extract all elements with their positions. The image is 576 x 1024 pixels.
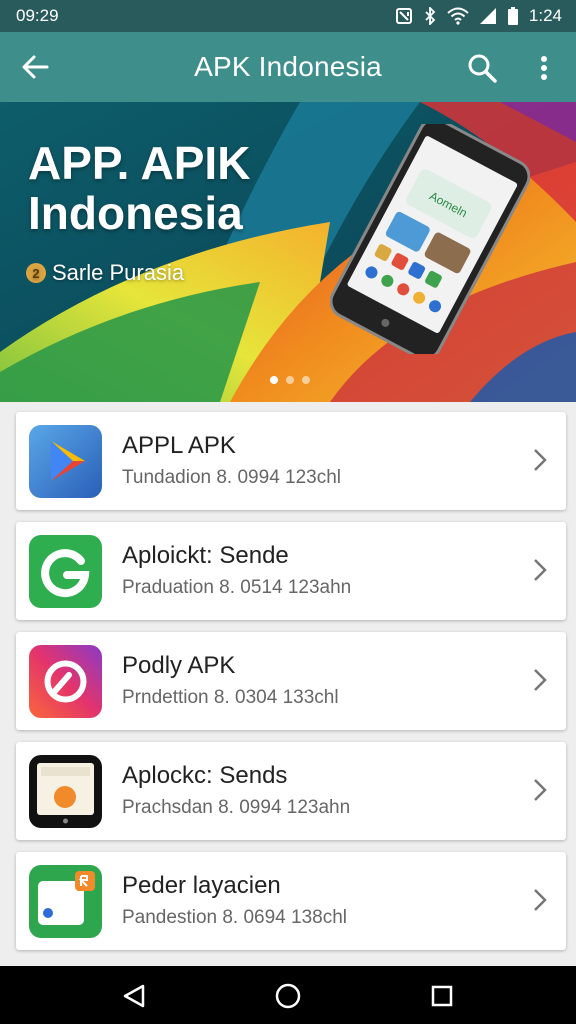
list-item[interactable]: Aploickt: Sende Praduation 8. 0514 123ah… bbox=[16, 522, 566, 620]
wifi-icon bbox=[447, 7, 469, 25]
more-options-button[interactable] bbox=[530, 50, 558, 86]
chevron-right-icon bbox=[528, 662, 552, 698]
banner-subtitle-text: Sarle Purasia bbox=[52, 260, 185, 285]
status-battery-time: 1:24 bbox=[528, 6, 562, 25]
nfc-icon bbox=[395, 7, 413, 25]
carousel-dot[interactable] bbox=[270, 376, 278, 384]
triangle-back-icon bbox=[123, 984, 145, 1008]
list-item[interactable]: Aplockc: Sends Prachsdan 8. 0994 123ahn bbox=[16, 742, 566, 840]
app-name: Peder layacien bbox=[122, 872, 281, 899]
promo-banner[interactable]: APP. APIK Indonesia 2 Sarle Purasia Aome… bbox=[0, 102, 576, 402]
carousel-dot[interactable] bbox=[302, 376, 310, 384]
status-time: 09:29 bbox=[16, 6, 59, 25]
banner-subtitle: 2 Sarle Purasia bbox=[26, 260, 184, 286]
app-meta: Tundadion 8. 0994 123chl bbox=[122, 467, 342, 488]
app-meta: Pandestion 8. 0694 138chl bbox=[122, 907, 348, 928]
play-store-icon bbox=[29, 425, 102, 498]
signal-icon bbox=[479, 7, 497, 25]
banner-title-line1: APP. APIK bbox=[28, 137, 251, 189]
app-name: Aploickt: Sende bbox=[122, 542, 289, 569]
battery-icon bbox=[507, 7, 519, 25]
circle-home-icon bbox=[275, 983, 301, 1009]
app-meta: Prachsdan 8. 0994 123ahn bbox=[122, 797, 351, 818]
chevron-right-icon bbox=[528, 772, 552, 808]
tablet-icon bbox=[29, 755, 102, 828]
nav-home-button[interactable] bbox=[271, 979, 305, 1013]
app-name: Aplockc: Sends bbox=[122, 762, 288, 789]
app-name: APPL APK bbox=[122, 432, 236, 459]
square-recents-icon bbox=[431, 985, 453, 1007]
phone-illustration: Aomeln bbox=[330, 124, 530, 354]
list-item[interactable]: APPL APK Tundadion 8. 0994 123chl bbox=[16, 412, 566, 510]
card-app-icon bbox=[29, 865, 102, 938]
banner-title: APP. APIK Indonesia bbox=[28, 138, 250, 238]
g-letter-icon bbox=[29, 535, 102, 608]
chevron-right-icon bbox=[528, 882, 552, 918]
list-item[interactable]: Podly APK Prndettion 8. 0304 133chl bbox=[16, 632, 566, 730]
search-button[interactable] bbox=[464, 50, 500, 86]
status-icons: 1:24 bbox=[395, 6, 562, 26]
circle-logo-icon bbox=[29, 645, 102, 718]
nav-recents-button[interactable] bbox=[425, 979, 459, 1013]
more-vert-icon bbox=[541, 56, 547, 80]
chevron-right-icon bbox=[528, 442, 552, 478]
carousel-dot[interactable] bbox=[286, 376, 294, 384]
chevron-right-icon bbox=[528, 552, 552, 588]
carousel-dots bbox=[270, 376, 310, 384]
app-bar: APK Indonesia bbox=[0, 32, 576, 102]
banner-title-line2: Indonesia bbox=[28, 187, 243, 239]
app-meta: Praduation 8. 0514 123ahn bbox=[122, 577, 352, 598]
search-icon bbox=[468, 54, 497, 83]
bluetooth-icon bbox=[423, 7, 437, 25]
app-meta: Prndettion 8. 0304 133chl bbox=[122, 687, 339, 708]
nav-back-button[interactable] bbox=[117, 979, 151, 1013]
status-bar: 09:29 1:24 bbox=[0, 0, 576, 32]
coin-badge-icon: 2 bbox=[26, 263, 46, 283]
app-name: Podly APK bbox=[122, 652, 236, 679]
navigation-bar bbox=[0, 966, 576, 1024]
list-item[interactable]: Peder layacien Pandestion 8. 0694 138chl bbox=[16, 852, 566, 950]
